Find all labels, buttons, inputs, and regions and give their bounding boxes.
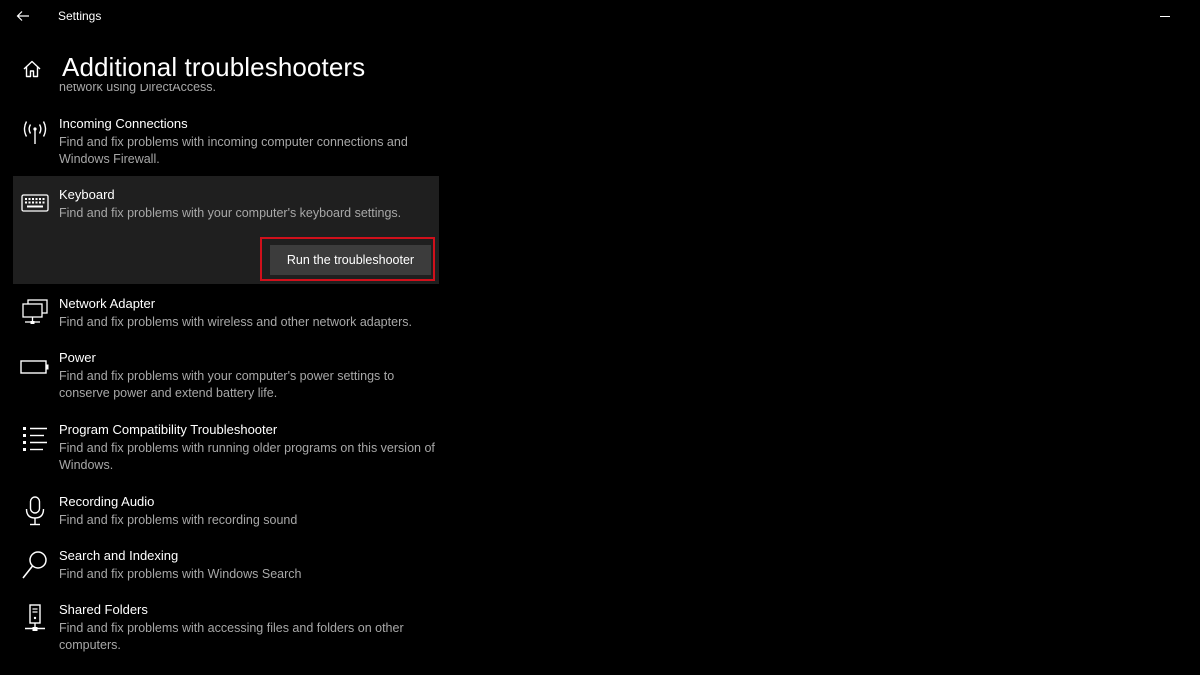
home-icon xyxy=(23,60,41,78)
troubleshooter-partial[interactable] xyxy=(13,668,439,675)
troubleshooter-description: Find and fix problems with wireless and … xyxy=(59,315,412,329)
run-troubleshooter-button[interactable]: Run the troubleshooter xyxy=(270,245,431,275)
troubleshooter-shared-folders[interactable]: Shared Folders Find and fix problems wit… xyxy=(13,602,439,658)
troubleshooter-description: Find and fix problems with accessing fil… xyxy=(59,621,404,652)
search-icon xyxy=(19,550,51,580)
troubleshooter-recording-audio[interactable]: Recording Audio Find and fix problems wi… xyxy=(13,494,439,534)
partial-item-icon xyxy=(19,670,51,675)
troubleshooter-keyboard[interactable]: Keyboard Find and fix problems with your… xyxy=(13,176,439,284)
title-bar: Settings xyxy=(0,0,1200,32)
back-arrow-icon xyxy=(16,11,29,21)
troubleshooter-power[interactable]: Power Find and fix problems with your co… xyxy=(13,350,439,406)
troubleshooter-search-indexing[interactable]: Search and Indexing Find and fix problem… xyxy=(13,548,439,588)
troubleshooter-network-adapter[interactable]: Network Adapter Find and fix problems wi… xyxy=(13,296,439,336)
cutoff-description: network using DirectAccess. xyxy=(59,80,217,94)
antenna-icon xyxy=(19,118,51,148)
troubleshooter-name: Search and Indexing xyxy=(59,548,179,563)
troubleshooter-description: Find and fix problems with your computer… xyxy=(59,369,395,400)
troubleshooter-name: Incoming Connections xyxy=(59,116,188,131)
troubleshooter-description: Find and fix problems with incoming comp… xyxy=(59,135,408,166)
troubleshooter-description: Find and fix problems with Windows Searc… xyxy=(59,567,302,581)
minimize-button[interactable] xyxy=(1152,4,1178,28)
keyboard-icon xyxy=(19,188,51,218)
troubleshooter-list: network using DirectAccess. Incoming Con… xyxy=(0,78,460,675)
list-icon xyxy=(19,424,51,454)
troubleshooter-incoming-connections[interactable]: Incoming Connections Find and fix proble… xyxy=(13,116,439,168)
network-adapter-icon xyxy=(19,298,51,328)
troubleshooter-program-compatibility[interactable]: Program Compatibility Troubleshooter Fin… xyxy=(13,422,439,478)
troubleshooter-name: Keyboard xyxy=(59,187,115,202)
troubleshooter-description: Find and fix problems with recording sou… xyxy=(59,513,298,527)
app-title: Settings xyxy=(58,9,102,23)
troubleshooter-name: Power xyxy=(59,350,96,365)
minimize-icon xyxy=(1160,15,1170,17)
troubleshooter-description: Find and fix problems with running older… xyxy=(59,441,435,472)
troubleshooter-name: Shared Folders xyxy=(59,602,148,617)
run-button-highlight: Run the troubleshooter xyxy=(260,237,435,281)
battery-icon xyxy=(19,352,51,382)
shared-folders-icon xyxy=(19,604,51,634)
troubleshooter-description: Find and fix problems with your computer… xyxy=(59,206,402,220)
back-button[interactable] xyxy=(10,4,36,28)
troubleshooter-name: Program Compatibility Troubleshooter xyxy=(59,422,278,437)
troubleshooter-name: Network Adapter xyxy=(59,296,156,311)
troubleshooter-name: Recording Audio xyxy=(59,494,155,509)
microphone-icon xyxy=(19,496,51,526)
